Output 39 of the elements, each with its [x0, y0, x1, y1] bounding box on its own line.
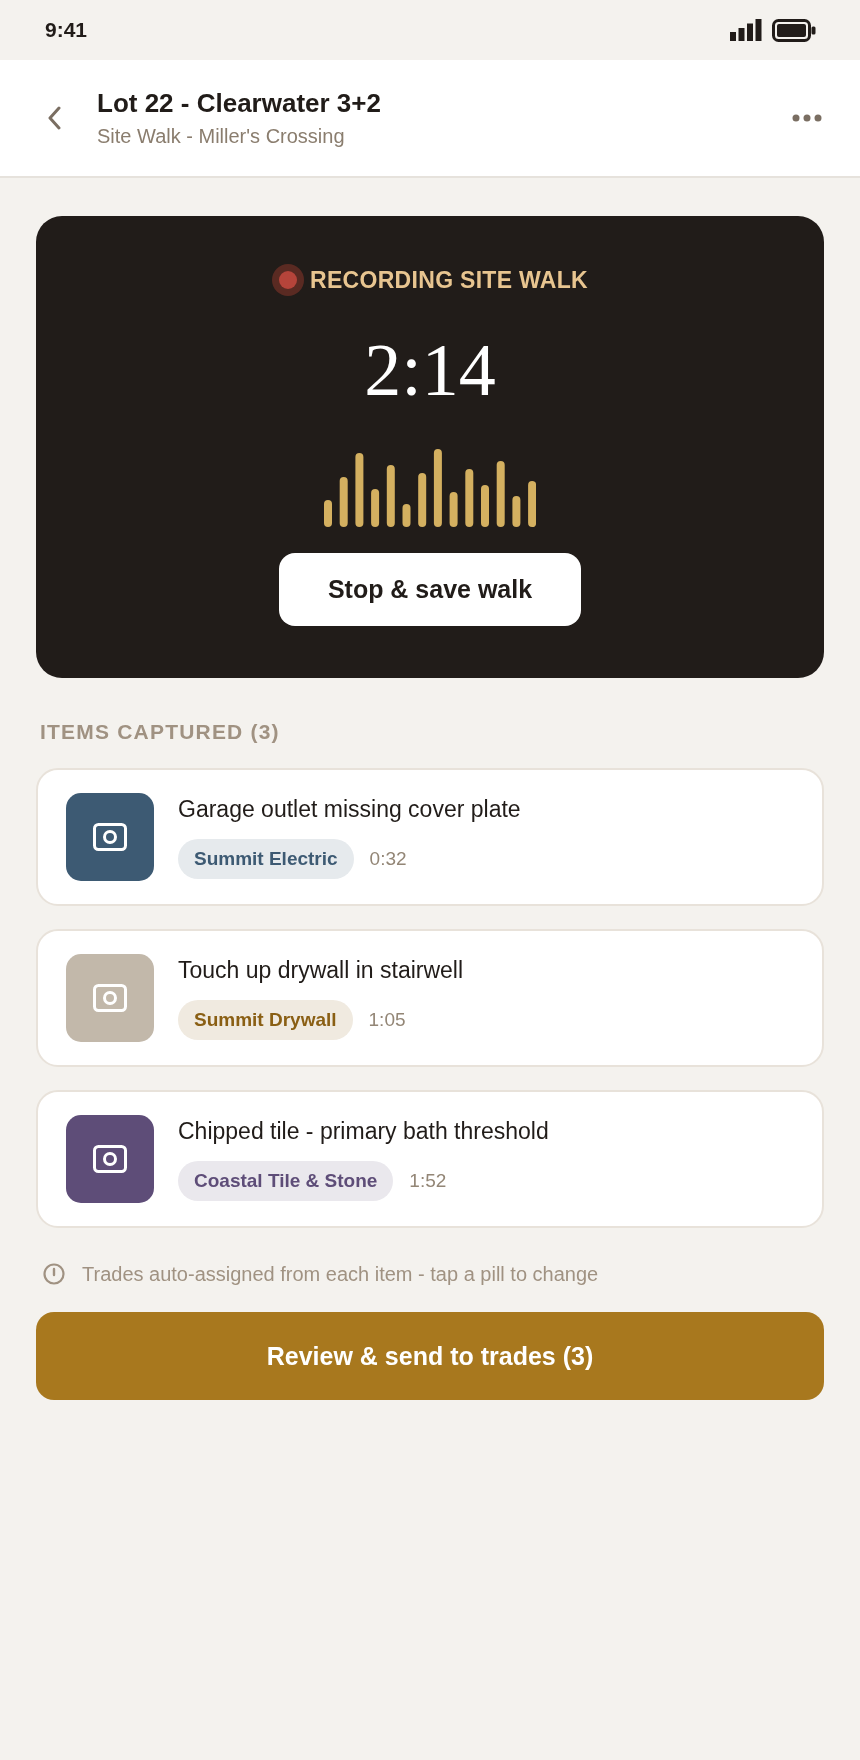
trade-pill[interactable]: Summit Drywall: [178, 1000, 353, 1040]
recording-dot-icon: [272, 264, 305, 296]
info-icon: [43, 1263, 65, 1285]
trade-pill[interactable]: Summit Electric: [178, 839, 354, 879]
waveform-bar: [339, 477, 348, 527]
waveform-bar: [528, 481, 536, 527]
stop-save-button[interactable]: Stop & save walk: [279, 553, 581, 626]
waveform-bar: [402, 504, 411, 527]
capture-item-card[interactable]: Touch up drywall in stairwell Summit Drywall 1:05: [36, 929, 824, 1067]
waveform-bar: [418, 473, 427, 527]
chevron-left-icon: [47, 106, 61, 130]
signal-icon: [730, 19, 762, 41]
section-heading: ITEMS CAPTURED (3): [39, 720, 281, 744]
more-dots-icon: [792, 114, 822, 122]
status-time: 9:41: [45, 18, 88, 42]
waveform-bar: [449, 492, 458, 527]
timestamp-text: 0:32: [369, 848, 407, 870]
page-title: Lot 22 - Clearwater 3+2: [97, 87, 382, 119]
hint-text: Trades auto-assigned from each item - tap a pill to change: [82, 1262, 599, 1286]
item-title: Chipped tile - primary bath threshold: [178, 1117, 549, 1145]
capture-item-card[interactable]: Garage outlet missing cover plate Summit Electric 0:32: [36, 768, 824, 906]
timestamp-text: 1:05: [368, 1009, 406, 1031]
waveform-bar: [496, 461, 505, 527]
item-title: Touch up drywall in stairwell: [178, 956, 464, 984]
waveform-bar: [465, 469, 474, 527]
elapsed-timer: 2:14: [364, 330, 496, 410]
battery-icon: [772, 18, 816, 42]
item-title: Garage outlet missing cover plate: [178, 795, 521, 823]
waveform-bar: [324, 500, 332, 527]
trade-pill[interactable]: Coastal Tile & Stone: [178, 1161, 394, 1201]
recording-label: RECORDING SITE WALK: [310, 266, 588, 294]
waveform-bar: [371, 489, 380, 527]
page-subtitle: Site Walk - Miller's Crossing: [97, 124, 346, 149]
review-send-button[interactable]: Review & send to trades (3): [36, 1312, 824, 1400]
waveform-bar: [386, 465, 395, 527]
timestamp-text: 1:52: [409, 1170, 447, 1192]
capture-item-card[interactable]: Chipped tile - primary bath threshold Coastal Tile & Stone 1:52: [36, 1090, 824, 1228]
waveform-bar: [481, 485, 489, 527]
waveform-bar: [512, 496, 521, 527]
